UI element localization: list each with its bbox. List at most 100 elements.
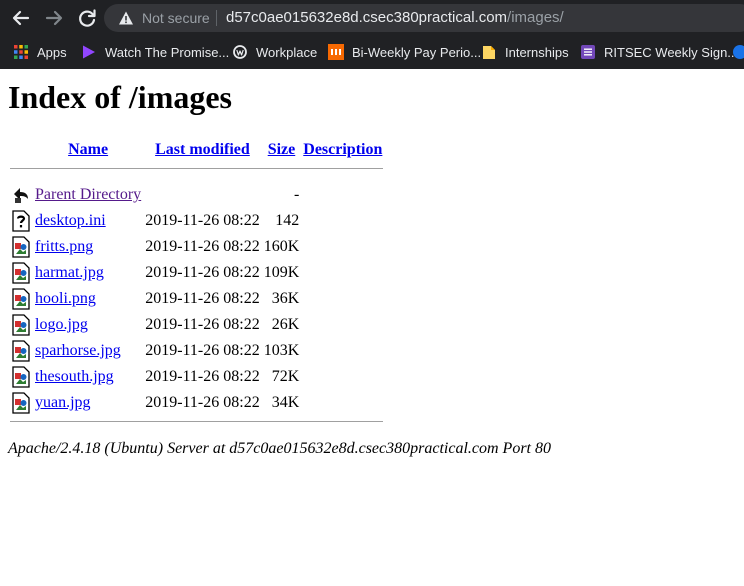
workplace-icon: [233, 45, 247, 59]
table-row: logo.jpg 2019-11-26 08:22 26K: [10, 313, 383, 337]
server-signature: Apache/2.4.18 (Ubuntu) Server at d57c0ae…: [8, 440, 551, 457]
file-link[interactable]: sparhorse.jpg: [35, 342, 121, 359]
file-link[interactable]: harmat.jpg: [35, 264, 104, 281]
modified-cell: 2019-11-26 08:22: [145, 264, 260, 281]
folder-icon: [483, 46, 495, 59]
bookmark-overflow-item[interactable]: [732, 40, 744, 64]
header-divider: [10, 168, 384, 169]
form-icon: [581, 45, 595, 59]
unknown-file-icon: [12, 210, 30, 232]
size-cell: 142: [275, 212, 300, 229]
modified-cell: 2019-11-26 08:22: [145, 368, 260, 385]
image-file-icon: [12, 340, 30, 362]
header-row: Name Last modified Size Description: [10, 138, 383, 162]
file-link[interactable]: yuan.jpg: [35, 394, 91, 411]
bookmark-apps[interactable]: Apps: [13, 40, 67, 64]
description-cell: [302, 313, 383, 337]
apps-grid-icon: [14, 45, 28, 59]
description-cell: [302, 235, 383, 259]
size-cell: 160K: [263, 238, 300, 255]
warning-icon: [119, 11, 133, 25]
modified-cell: 2019-11-26 08:22: [145, 212, 260, 229]
size-cell: 36K: [271, 290, 300, 307]
modified-cell: 2019-11-26 08:22: [145, 394, 260, 411]
browser-chrome: Not secure d57c0ae015632e8d.csec380pract…: [0, 0, 744, 69]
directory-listing: Name Last modified Size Description Pare…: [8, 136, 385, 424]
description-cell: [302, 209, 383, 233]
size-cell: 109K: [263, 264, 300, 281]
back-arrow-icon: [14, 188, 28, 203]
page-title: Index of /images: [8, 79, 232, 115]
bookmark-workplace[interactable]: Workplace: [232, 40, 317, 64]
site-icon: [733, 45, 744, 59]
description-cell: [302, 339, 383, 363]
bookmark-watch-the-promise[interactable]: Watch The Promise...: [81, 40, 229, 64]
modified-cell: 2019-11-26 08:22: [145, 290, 260, 307]
table-row: hooli.png 2019-11-26 08:22 36K: [10, 287, 383, 311]
reload-button[interactable]: [75, 6, 99, 30]
forward-arrow-icon: [45, 10, 63, 26]
footer-divider: [10, 421, 384, 422]
size-cell: -: [293, 186, 300, 203]
image-file-icon: [12, 236, 30, 258]
table-row-parent: Parent Directory -: [10, 183, 383, 207]
file-link[interactable]: thesouth.jpg: [35, 368, 114, 385]
size-cell: 103K: [263, 342, 300, 359]
size-cell: 26K: [271, 316, 300, 333]
icon-column-header: [10, 138, 32, 162]
size-cell: 72K: [271, 368, 300, 385]
table-row: yuan.jpg 2019-11-26 08:22 34K: [10, 391, 383, 415]
bookmark-label: Internships: [505, 44, 569, 60]
bookmarks-bar: Apps Watch The Promise... Workplace Bi-W…: [0, 36, 744, 69]
image-file-icon: [12, 314, 30, 336]
modified-cell: 2019-11-26 08:22: [145, 342, 260, 359]
sort-by-size-link[interactable]: Size: [268, 141, 296, 158]
bookmark-internships[interactable]: Internships: [481, 40, 569, 64]
modified-cell: 2019-11-26 08:22: [145, 238, 260, 255]
sort-by-modified-link[interactable]: Last modified: [155, 141, 250, 158]
table-row: harmat.jpg 2019-11-26 08:22 109K: [10, 261, 383, 285]
description-cell: [302, 287, 383, 311]
image-file-icon: [12, 288, 30, 310]
sort-by-name-link[interactable]: Name: [68, 141, 108, 158]
bookmark-ritsec-weekly[interactable]: RITSEC Weekly Sign...: [580, 40, 738, 64]
image-file-icon: [12, 366, 30, 388]
file-link[interactable]: desktop.ini: [35, 212, 106, 229]
size-cell: 34K: [271, 394, 300, 411]
parent-directory-link[interactable]: Parent Directory: [35, 186, 141, 203]
description-cell: [302, 391, 383, 415]
bookmark-label: Workplace: [256, 44, 318, 60]
back-button[interactable]: [9, 6, 33, 30]
table-row: sparhorse.jpg 2019-11-26 08:22 103K: [10, 339, 383, 363]
rit-icon: [328, 44, 344, 60]
url-path: /images/: [507, 9, 564, 26]
image-file-icon: [12, 392, 30, 414]
sort-by-description-link[interactable]: Description: [303, 141, 382, 158]
reload-icon: [79, 9, 96, 27]
description-cell: [302, 365, 383, 389]
bookmark-label: Apps: [37, 44, 67, 60]
address-bar[interactable]: Not secure d57c0ae015632e8d.csec380pract…: [104, 4, 744, 32]
url-text[interactable]: d57c0ae015632e8d.csec380practical.com/im…: [226, 9, 564, 26]
play-icon: [83, 45, 95, 59]
description-cell: [302, 261, 383, 285]
table-row: desktop.ini 2019-11-26 08:22 142: [10, 209, 383, 233]
modified-cell: [144, 183, 261, 207]
browser-toolbar: Not secure d57c0ae015632e8d.csec380pract…: [0, 0, 744, 36]
table-row: fritts.png 2019-11-26 08:22 160K: [10, 235, 383, 259]
url-host: d57c0ae015632e8d.csec380practical.com: [226, 9, 508, 26]
table-row: thesouth.jpg 2019-11-26 08:22 72K: [10, 365, 383, 389]
image-file-icon: [12, 262, 30, 284]
bookmark-label: Bi-Weekly Pay Perio...: [352, 44, 482, 60]
bookmark-bi-weekly-pay[interactable]: Bi-Weekly Pay Perio...: [328, 40, 481, 64]
bookmark-label: RITSEC Weekly Sign...: [604, 44, 739, 60]
description-cell: [302, 183, 383, 207]
file-link[interactable]: logo.jpg: [35, 316, 88, 333]
modified-cell: 2019-11-26 08:22: [145, 316, 260, 333]
bookmark-label: Watch The Promise...: [105, 44, 230, 60]
file-link[interactable]: hooli.png: [35, 290, 96, 307]
forward-button[interactable]: [42, 6, 66, 30]
security-status[interactable]: Not secure: [142, 10, 210, 26]
file-link[interactable]: fritts.png: [35, 238, 93, 255]
omnibox-separator: [216, 10, 217, 26]
